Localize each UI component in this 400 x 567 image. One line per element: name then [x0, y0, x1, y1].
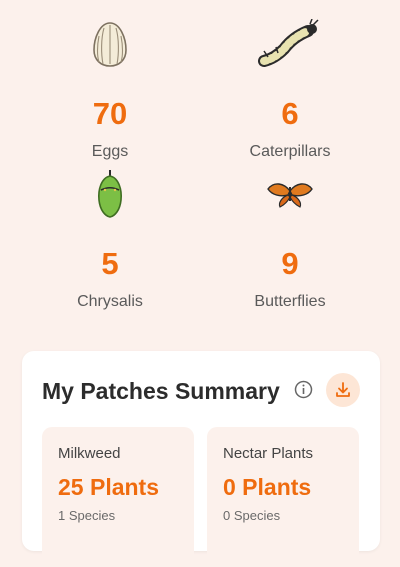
stat-chrysalis: 5 Chrysalis — [10, 166, 210, 312]
stat-label: Eggs — [91, 143, 129, 160]
lifecycle-stats: 70 Eggs 6 Caterpillars 5 Chrysalis 9 But… — [0, 0, 400, 310]
download-icon — [336, 382, 350, 397]
caterpillar-icon — [190, 16, 390, 72]
stat-label: Chrysalis — [77, 293, 143, 310]
patch-milkweed[interactable]: Milkweed 25 Plants 1 Species — [42, 427, 194, 567]
stat-butterflies: 9 Butterflies — [190, 166, 390, 312]
butterfly-icon — [190, 166, 390, 222]
download-button[interactable] — [326, 373, 360, 407]
stat-value: 9 — [281, 246, 299, 281]
egg-icon — [10, 16, 210, 72]
stat-value: 70 — [92, 96, 128, 131]
stat-value: 5 — [101, 246, 119, 281]
chrysalis-icon — [10, 166, 210, 222]
stat-value: 6 — [281, 96, 299, 131]
info-icon[interactable] — [294, 380, 313, 399]
stat-label: Butterflies — [254, 293, 326, 310]
patch-nectar-plants[interactable]: Nectar Plants 0 Plants 0 Species — [207, 427, 359, 567]
summary-title: My Patches Summary — [42, 378, 280, 404]
patch-count: 25 Plants — [58, 474, 159, 500]
stat-eggs: 70 Eggs — [10, 16, 210, 162]
patches-summary-card: My Patches Summary Milkweed 25 Plants 1 … — [22, 351, 380, 567]
patch-name: Milkweed — [58, 445, 121, 462]
patch-name: Nectar Plants — [223, 445, 314, 462]
patch-count: 0 Plants — [223, 474, 312, 500]
stat-label: Caterpillars — [249, 143, 331, 160]
stat-caterpillars: 6 Caterpillars — [190, 16, 390, 162]
